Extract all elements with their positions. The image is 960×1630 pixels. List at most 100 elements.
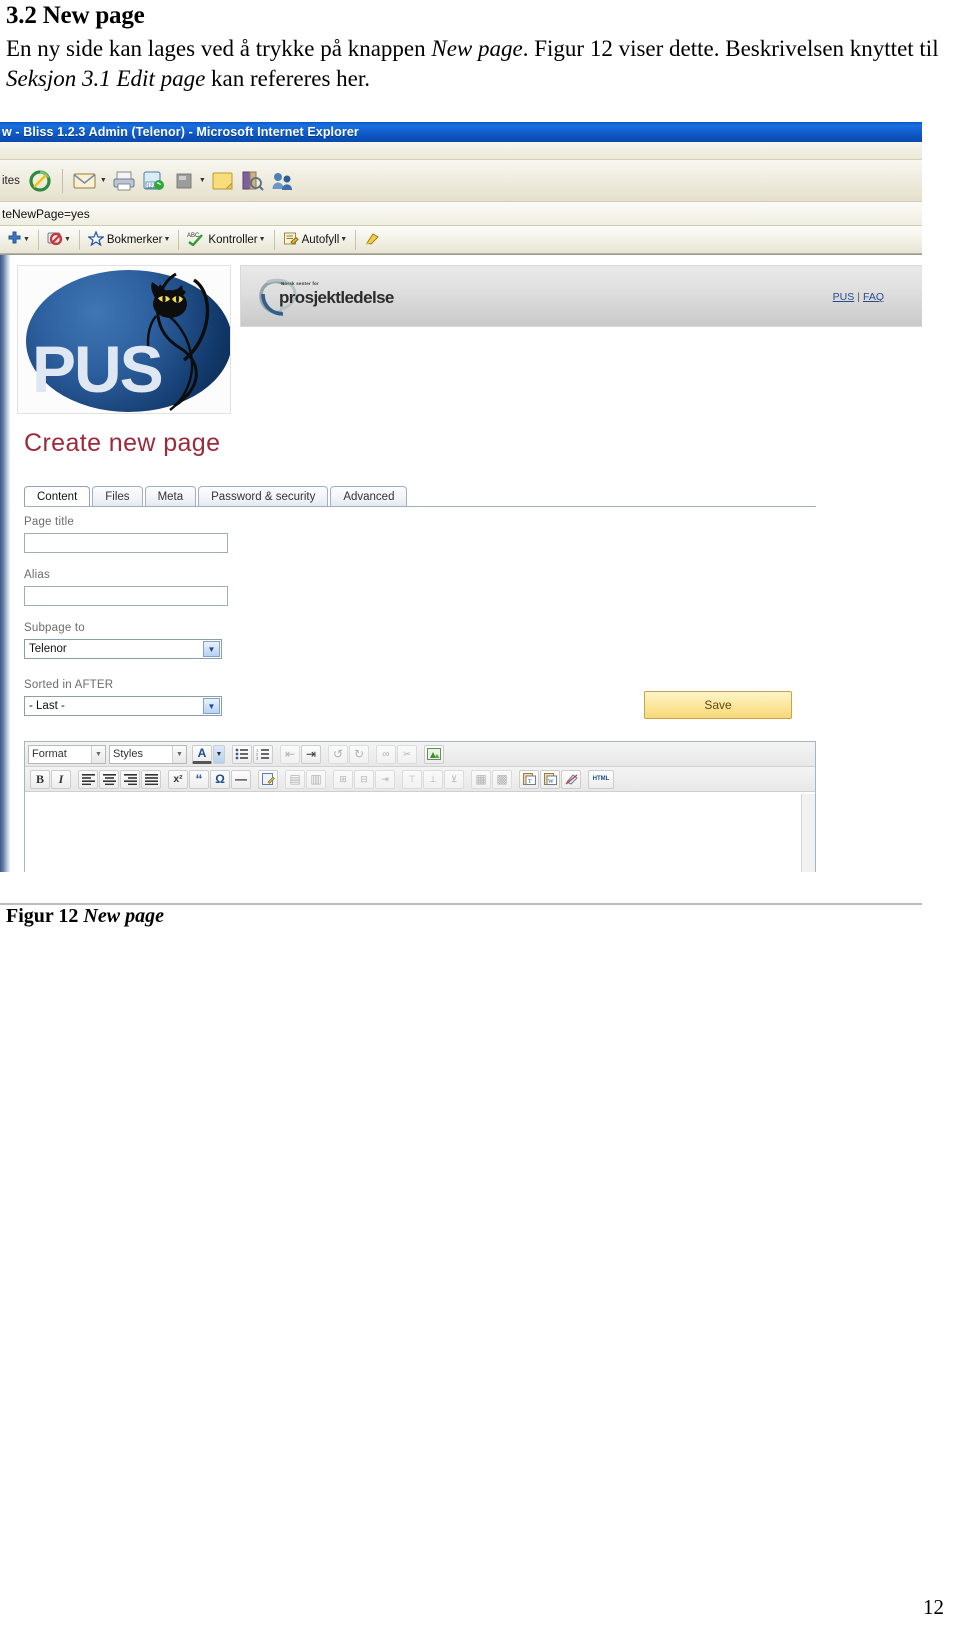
italic-icon[interactable]: I — [51, 769, 71, 789]
paragraph-emphasis-2: Seksjon 3.1 Edit page — [6, 66, 206, 91]
align-left-icon[interactable] — [78, 769, 98, 789]
toolbar-popup-blocker-button[interactable]: ▼ — [42, 229, 76, 251]
favorites-label[interactable]: ites — [2, 175, 23, 187]
header-links: PUS | FAQ — [833, 291, 884, 303]
editor-group-image — [422, 744, 446, 764]
editor-scrollbar[interactable] — [801, 794, 815, 872]
link-icon[interactable]: ∞ — [376, 744, 396, 764]
plus-icon — [7, 231, 22, 249]
refresh-icon[interactable] — [27, 168, 53, 194]
remove-format-icon[interactable] — [561, 769, 581, 789]
toolbar-highlighter-button[interactable] — [359, 229, 385, 251]
sort-order-select-value: - Last - — [29, 700, 65, 712]
bold-icon[interactable]: B — [30, 769, 50, 789]
editor-content-area[interactable] — [25, 792, 815, 872]
format-dropdown[interactable]: Format ▼ — [28, 744, 106, 764]
tab-password-security[interactable]: Password & security — [198, 486, 329, 507]
chevron-down-icon: ▼ — [23, 236, 30, 243]
toolbar-bookmarks-button[interactable]: Bokmerker ▼ — [83, 229, 176, 251]
unlink-icon[interactable]: ✂ — [397, 744, 417, 764]
undo-icon[interactable]: ↺ — [328, 744, 348, 764]
toolbar-spellcheck-button[interactable]: ABC Kontroller ▼ — [182, 229, 270, 251]
text-color-icon[interactable]: A — [192, 744, 212, 764]
subpage-select[interactable]: Telenor ▼ — [24, 639, 222, 659]
cell-props-icon[interactable]: ▩ — [492, 769, 512, 789]
tab-files[interactable]: Files — [92, 486, 143, 507]
indent-icon[interactable]: ⇥ — [301, 744, 321, 764]
numbered-list-icon[interactable]: 1 2 3 — [253, 744, 273, 764]
edit-page-icon[interactable] — [171, 168, 197, 194]
skype-call-icon[interactable]: 123 — [141, 168, 167, 194]
header-link-pus[interactable]: PUS — [833, 291, 855, 303]
insert-row-icon[interactable]: ⊞ — [333, 769, 353, 789]
horizontal-rule-icon[interactable]: — — [231, 769, 251, 789]
blockquote-icon[interactable]: “ — [189, 769, 209, 789]
tab-advanced[interactable]: Advanced — [330, 486, 408, 507]
tab-meta[interactable]: Meta — [144, 486, 197, 507]
delete-column-icon[interactable]: ⊥ — [423, 769, 443, 789]
alias-input[interactable] — [24, 586, 228, 606]
sort-order-field-label: Sorted in AFTER — [24, 679, 114, 691]
paste-text-icon[interactable]: T — [519, 769, 539, 789]
edit-page-dropdown-icon[interactable]: ▼ — [199, 177, 206, 184]
editor-toolbar-row-2: B I x² “ Ω — ▤ ▥ ⊞ ⊟ ⇥ ⊤ ⊥ ⊻ ▦ ▩ T W HTM… — [25, 767, 815, 792]
special-char-icon[interactable]: Ω — [210, 769, 230, 789]
sort-order-select[interactable]: - Last - ▼ — [24, 696, 222, 716]
editor-group-color: A ▼ — [190, 744, 227, 764]
address-bar[interactable]: teNewPage=yes — [0, 202, 922, 226]
chevron-down-icon[interactable]: ▼ — [203, 698, 220, 714]
toolbar-autofill-button[interactable]: Autofyll ▼ — [278, 229, 353, 251]
outdent-icon[interactable]: ⇤ — [280, 744, 300, 764]
styles-dropdown[interactable]: Styles ▼ — [109, 744, 187, 764]
page-title-field-label: Page title — [24, 516, 74, 528]
bulleted-list-icon[interactable] — [232, 744, 252, 764]
chevron-down-icon: ▼ — [163, 236, 171, 243]
delete-table-icon[interactable]: ▥ — [306, 769, 326, 789]
table-props-icon[interactable]: ▦ — [471, 769, 491, 789]
print-icon[interactable] — [111, 168, 137, 194]
edit-source-icon[interactable] — [258, 769, 278, 789]
npl-brand-logo: Norsk senter for prosjektledelse — [255, 274, 455, 320]
text-color-dropdown-icon[interactable]: ▼ — [213, 744, 225, 764]
subpage-field-label: Subpage to — [24, 622, 85, 634]
redo-icon[interactable]: ↻ — [349, 744, 369, 764]
toolbar-plus-button[interactable]: ▼ — [2, 229, 35, 251]
editor-group-html: HTML — [586, 769, 616, 789]
svg-text:W: W — [548, 779, 554, 785]
window-left-rail — [0, 255, 10, 872]
address-value[interactable]: teNewPage=yes — [2, 207, 90, 221]
merge-cells-icon[interactable]: ⇥ — [375, 769, 395, 789]
superscript-icon[interactable]: x² — [168, 769, 188, 789]
page-title-input[interactable] — [24, 533, 228, 553]
messenger-icon[interactable] — [270, 168, 296, 194]
mail-dropdown-icon[interactable]: ▼ — [100, 177, 107, 184]
page-title: 3.2 New page — [6, 2, 145, 29]
caption-emphasis: New page — [83, 905, 164, 927]
chevron-down-icon: ▼ — [172, 745, 186, 763]
editor-group-link: ∞ ✂ — [374, 744, 419, 764]
image-icon[interactable] — [424, 744, 444, 764]
delete-row-icon[interactable]: ⊟ — [354, 769, 374, 789]
align-center-icon[interactable] — [99, 769, 119, 789]
align-justify-icon[interactable] — [141, 769, 161, 789]
mail-icon[interactable] — [72, 168, 98, 194]
insert-table-icon[interactable]: ▤ — [285, 769, 305, 789]
html-source-icon[interactable]: HTML — [588, 769, 614, 789]
insert-column-icon[interactable]: ⊤ — [402, 769, 422, 789]
chevron-down-icon[interactable]: ▼ — [203, 641, 220, 657]
align-right-icon[interactable] — [120, 769, 140, 789]
header-link-faq[interactable]: FAQ — [863, 291, 884, 303]
save-button[interactable]: Save — [644, 691, 792, 719]
save-button-label: Save — [704, 698, 732, 712]
paragraph-part-3: kan refereres her. — [205, 66, 371, 91]
paste-word-icon[interactable]: W — [540, 769, 560, 789]
notes-icon[interactable] — [210, 168, 236, 194]
svg-text:T: T — [528, 779, 532, 785]
paragraph-part-2: . Figur 12 viser dette. Beskrivelsen kny… — [522, 36, 939, 61]
tab-content[interactable]: Content — [24, 486, 91, 507]
chevron-down-icon: ▼ — [340, 236, 348, 243]
browser-titlebar: w - Bliss 1.2.3 Admin (Telenor) - Micros… — [0, 122, 922, 142]
browser-menubar[interactable] — [0, 142, 922, 160]
research-icon[interactable] — [240, 168, 266, 194]
split-cell-icon[interactable]: ⊻ — [444, 769, 464, 789]
